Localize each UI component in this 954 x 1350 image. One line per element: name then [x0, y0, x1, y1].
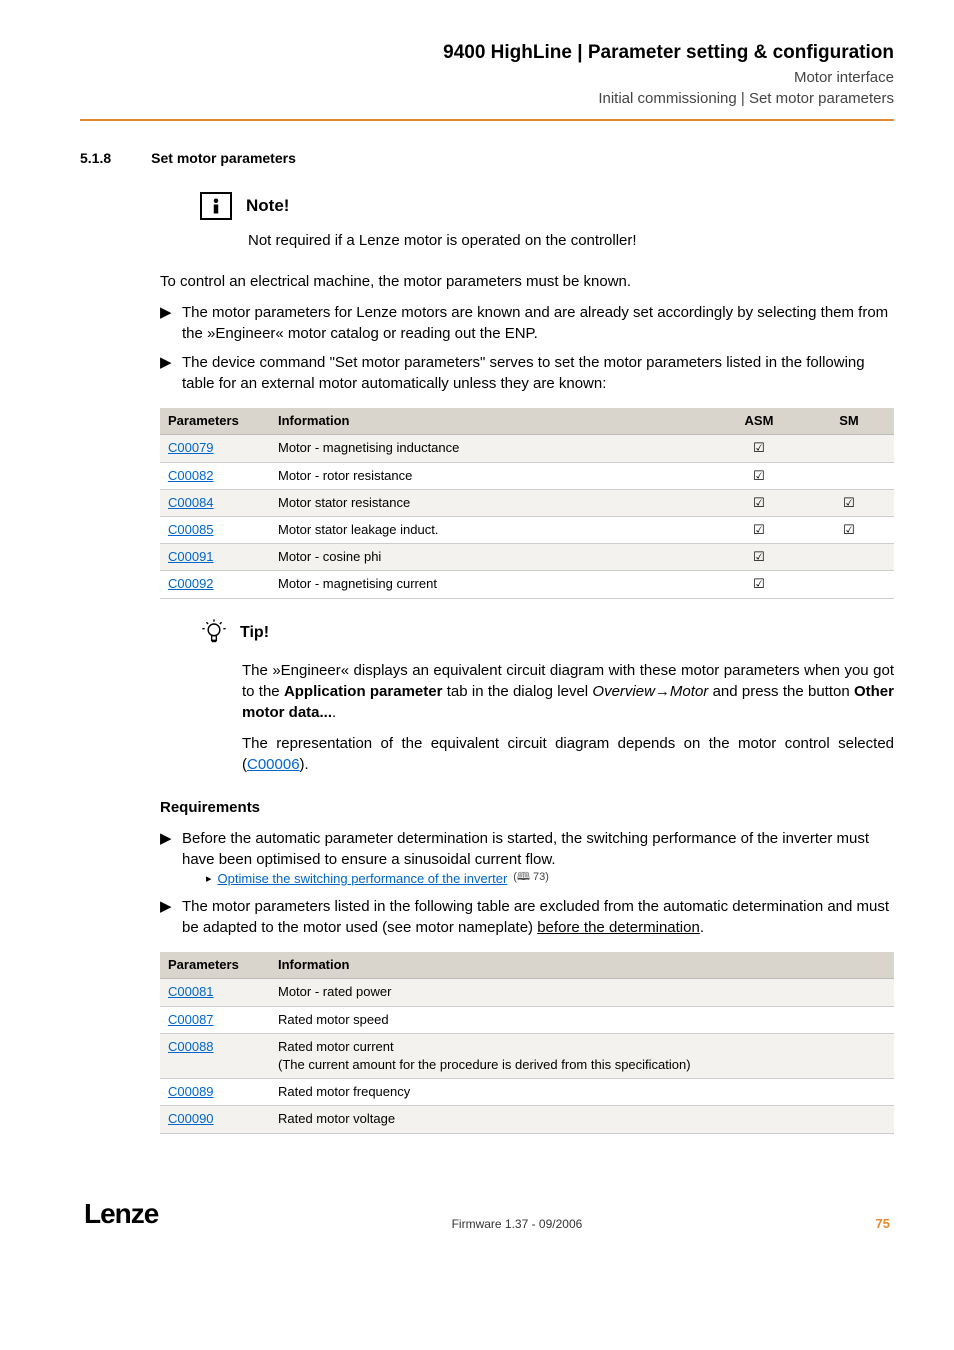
- bullet-list-req: ▶ Before the automatic parameter determi…: [160, 828, 894, 938]
- cell-info: Motor - rotor resistance: [270, 462, 714, 489]
- cell-asm: ☑: [714, 489, 804, 516]
- logo: Lenze: [84, 1194, 158, 1233]
- cell-info: Motor - rated power: [270, 979, 894, 1006]
- table-row: C00091 Motor - cosine phi ☑: [160, 544, 894, 571]
- header-title: 9400 HighLine | Parameter setting & conf…: [80, 40, 894, 67]
- table-row: C00085 Motor stator leakage induct. ☑ ☑: [160, 516, 894, 543]
- bullet-list-1: ▶ The motor parameters for Lenze motors …: [160, 302, 894, 394]
- bullet-mark-icon: ▶: [160, 896, 174, 938]
- bullet-text: The motor parameters listed in the follo…: [182, 896, 894, 938]
- bullet-text: Before the automatic parameter determina…: [182, 828, 894, 888]
- table-row: C00092 Motor - magnetising current ☑: [160, 571, 894, 598]
- cell-info: Rated motor frequency: [270, 1079, 894, 1106]
- intro-text: To control an electrical machine, the mo…: [160, 271, 894, 292]
- col-header: Parameters: [160, 952, 270, 979]
- header-sub2: Initial commissioning | Set motor parame…: [80, 88, 894, 109]
- cell-info: Motor - magnetising current: [270, 571, 714, 598]
- cell-sm: ☑: [804, 489, 894, 516]
- table-row: C00087 Rated motor speed: [160, 1006, 894, 1033]
- header-rule: [80, 119, 894, 121]
- cell-sm: ☑: [804, 516, 894, 543]
- table-row: C00090 Rated motor voltage: [160, 1106, 894, 1133]
- footer-page-number: 75: [876, 1215, 890, 1233]
- tip-p2: The representation of the equivalent cir…: [242, 733, 894, 775]
- table-row: C00089 Rated motor frequency: [160, 1079, 894, 1106]
- tip-link[interactable]: C00006: [247, 756, 300, 773]
- table-row: C00082 Motor - rotor resistance ☑: [160, 462, 894, 489]
- page-header: 9400 HighLine | Parameter setting & conf…: [80, 40, 894, 109]
- requirements-heading: Requirements: [160, 797, 894, 818]
- cell-asm: ☑: [714, 544, 804, 571]
- cell-sm: [804, 571, 894, 598]
- table-row: C00081 Motor - rated power: [160, 979, 894, 1006]
- section-number: 5.1.8: [80, 149, 111, 169]
- cell-asm: ☑: [714, 516, 804, 543]
- col-header: Information: [270, 408, 714, 435]
- param-link[interactable]: C00090: [168, 1111, 214, 1126]
- cell-info: Rated motor speed: [270, 1006, 894, 1033]
- sub-bullet-icon: ▸: [206, 870, 212, 888]
- cell-asm: ☑: [714, 435, 804, 462]
- bullet-mark-icon: ▶: [160, 352, 174, 394]
- cell-info: Rated motor current (The current amount …: [270, 1033, 894, 1078]
- param-link[interactable]: C00079: [168, 440, 214, 455]
- cell-asm: ☑: [714, 462, 804, 489]
- cell-sm: [804, 435, 894, 462]
- param-link[interactable]: C00089: [168, 1084, 214, 1099]
- param-link[interactable]: C00088: [168, 1039, 214, 1054]
- note-block: Note! Not required if a Lenze motor is o…: [200, 192, 894, 251]
- bullet-text: The motor parameters for Lenze motors ar…: [182, 302, 894, 344]
- parameters-table-1: Parameters Information ASM SM C00079 Mot…: [160, 408, 894, 598]
- page-footer: Lenze Firmware 1.37 - 09/2006 75: [80, 1194, 894, 1233]
- section-title: Set motor parameters: [151, 149, 296, 169]
- cell-sm: [804, 462, 894, 489]
- param-link[interactable]: C00084: [168, 495, 214, 510]
- table-row: C00088 Rated motor current (The current …: [160, 1033, 894, 1078]
- cell-asm: ☑: [714, 571, 804, 598]
- cell-info: Motor - cosine phi: [270, 544, 714, 571]
- table-row: C00079 Motor - magnetising inductance ☑: [160, 435, 894, 462]
- lightbulb-icon: [200, 617, 228, 651]
- param-link[interactable]: C00092: [168, 576, 214, 591]
- cell-info: Motor - magnetising inductance: [270, 435, 714, 462]
- section-heading: 5.1.8 Set motor parameters: [80, 149, 894, 169]
- param-link[interactable]: C00081: [168, 984, 214, 999]
- page-ref: (🕮 73): [513, 870, 549, 888]
- cell-info: Motor stator leakage induct.: [270, 516, 714, 543]
- col-header: Information: [270, 952, 894, 979]
- parameters-table-2: Parameters Information C00081 Motor - ra…: [160, 952, 894, 1133]
- col-header: ASM: [714, 408, 804, 435]
- tip-p1: The »Engineer« displays an equivalent ci…: [242, 660, 894, 723]
- footer-center: Firmware 1.37 - 09/2006: [452, 1216, 583, 1233]
- param-link[interactable]: C00091: [168, 549, 214, 564]
- param-link[interactable]: C00087: [168, 1012, 214, 1027]
- col-header: Parameters: [160, 408, 270, 435]
- note-text: Not required if a Lenze motor is operate…: [248, 230, 894, 251]
- note-label: Note!: [246, 194, 289, 218]
- tip-label: Tip!: [240, 622, 269, 644]
- header-sub1: Motor interface: [80, 67, 894, 88]
- info-icon: [200, 192, 232, 220]
- param-link[interactable]: C00082: [168, 468, 214, 483]
- req-link[interactable]: Optimise the switching performance of th…: [218, 870, 508, 888]
- tip-block: Tip! The »Engineer« displays an equivale…: [200, 617, 894, 776]
- cell-sm: [804, 544, 894, 571]
- bullet-mark-icon: ▶: [160, 828, 174, 888]
- bullet-text: The device command "Set motor parameters…: [182, 352, 894, 394]
- cell-info: Rated motor voltage: [270, 1106, 894, 1133]
- bullet-mark-icon: ▶: [160, 302, 174, 344]
- col-header: SM: [804, 408, 894, 435]
- cell-info: Motor stator resistance: [270, 489, 714, 516]
- param-link[interactable]: C00085: [168, 522, 214, 537]
- table-row: C00084 Motor stator resistance ☑ ☑: [160, 489, 894, 516]
